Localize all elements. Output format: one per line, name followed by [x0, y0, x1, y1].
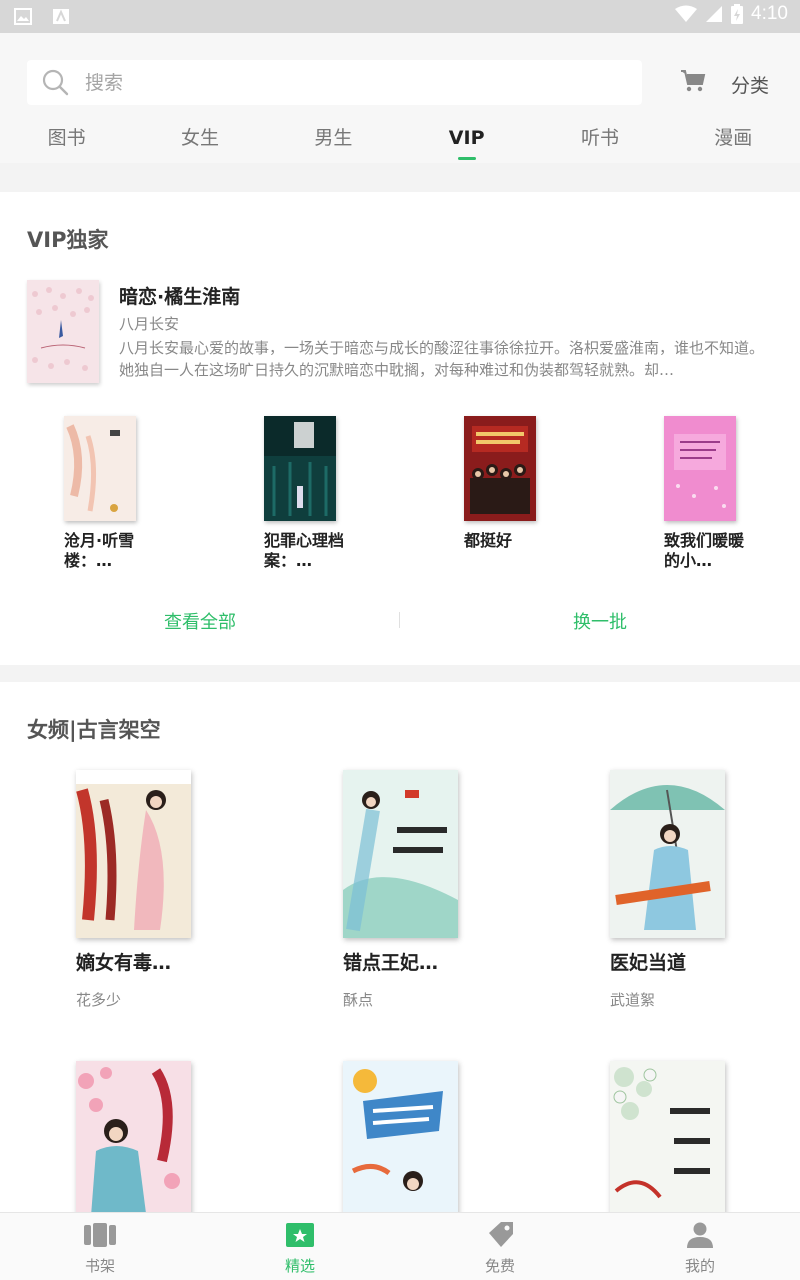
book-item[interactable]: 都挺好 — [464, 416, 594, 551]
featured-book-cover[interactable] — [27, 280, 99, 383]
book-cover[interactable] — [64, 416, 136, 521]
nav-featured[interactable]: 精选 — [200, 1213, 400, 1280]
view-all-button[interactable]: 查看全部 — [0, 608, 400, 634]
tab-books[interactable]: 图书 — [0, 123, 133, 163]
female-section: 女频|古言架空 嫡女有毒… 花多少 错点王妃… 酥点 医妃当道 武道絮 — [0, 682, 800, 1229]
nav-label: 免费 — [484, 1257, 515, 1275]
book-title: 沧月·听雪楼：… — [64, 531, 135, 570]
search-icon — [42, 69, 69, 96]
bottom-nav: 书架 精选 免费 我的 — [0, 1212, 800, 1280]
book-item[interactable] — [610, 1061, 790, 1229]
book-cover[interactable] — [343, 1061, 458, 1229]
book-item[interactable]: 犯罪心理档案：… — [264, 416, 394, 571]
header: 分类 图书 女生 男生 VIP 听书 漫画 — [0, 33, 800, 163]
book-item[interactable]: 沧月·听雪楼：… — [64, 416, 194, 571]
book-item[interactable]: 致我们暖暖的小… — [664, 416, 794, 571]
tab-bar: 图书 女生 男生 VIP 听书 漫画 — [0, 123, 800, 163]
featured-icon — [286, 1223, 314, 1247]
vip-actions: 查看全部 换一批 — [0, 600, 800, 640]
book-title: 错点王妃… — [343, 952, 439, 974]
vip-section: VIP独家 暗恋·橘生淮南 八月长安 八月长安最心爱的故事，一场关于暗恋与成长的… — [0, 192, 800, 665]
tab-comics[interactable]: 漫画 — [667, 123, 800, 163]
book-item[interactable] — [76, 1061, 256, 1229]
nav-label: 书架 — [84, 1257, 115, 1275]
book-cover[interactable] — [343, 770, 458, 938]
app-notification-icon — [53, 9, 69, 24]
book-title: 致我们暖暖的小… — [664, 531, 745, 570]
section-title: 女频|古言架空 — [27, 718, 161, 742]
cart-icon[interactable] — [680, 69, 706, 93]
book-title: 犯罪心理档案：… — [264, 531, 345, 570]
clock: 4:10 — [751, 3, 788, 24]
bookshelf-icon — [84, 1223, 116, 1247]
book-cover[interactable] — [610, 770, 725, 938]
battery-icon — [731, 4, 744, 24]
book-author: 酥点 — [343, 991, 374, 1009]
nav-label: 我的 — [684, 1257, 715, 1275]
search-bar[interactable] — [27, 60, 642, 105]
tab-male[interactable]: 男生 — [267, 123, 400, 163]
book-cover[interactable] — [76, 1061, 191, 1229]
profile-icon — [687, 1222, 713, 1248]
section-title: VIP独家 — [27, 228, 109, 252]
refresh-batch-button[interactable]: 换一批 — [400, 608, 800, 634]
book-item[interactable]: 嫡女有毒… 花多少 — [76, 770, 256, 1010]
nav-profile[interactable]: 我的 — [600, 1213, 800, 1280]
tab-vip[interactable]: VIP — [400, 123, 533, 163]
search-input[interactable] — [85, 60, 625, 105]
book-cover[interactable] — [610, 1061, 725, 1229]
book-item[interactable]: 错点王妃… 酥点 — [343, 770, 523, 1010]
book-title: 嫡女有毒… — [76, 952, 172, 974]
book-cover[interactable] — [76, 770, 191, 938]
featured-book-author: 八月长安 — [119, 315, 180, 333]
featured-book-title[interactable]: 暗恋·橘生淮南 — [119, 282, 240, 309]
category-button[interactable]: 分类 — [731, 71, 769, 98]
nav-bookshelf[interactable]: 书架 — [0, 1213, 200, 1280]
book-cover[interactable] — [664, 416, 736, 521]
featured-book-description: 八月长安最心爱的故事，一场关于暗恋与成长的酸涩往事徐徐拉开。洛枳爱盛淮南，谁也不… — [119, 339, 765, 379]
signal-icon — [706, 6, 723, 22]
tab-female[interactable]: 女生 — [133, 123, 266, 163]
book-author: 花多少 — [76, 991, 122, 1009]
wifi-icon — [675, 5, 698, 22]
book-title: 医妃当道 — [610, 952, 687, 974]
tab-audiobook[interactable]: 听书 — [533, 123, 666, 163]
nav-label: 精选 — [284, 1257, 315, 1275]
book-author: 武道絮 — [610, 991, 656, 1009]
nav-free[interactable]: 免费 — [400, 1213, 600, 1280]
gallery-notification-icon — [14, 8, 32, 25]
book-item[interactable]: 医妃当道 武道絮 — [610, 770, 790, 1010]
book-cover[interactable] — [464, 416, 536, 521]
book-title: 都挺好 — [464, 531, 513, 550]
book-cover[interactable] — [264, 416, 336, 521]
tag-icon — [489, 1222, 513, 1247]
book-item[interactable] — [343, 1061, 523, 1229]
status-bar: 4:10 — [0, 0, 800, 33]
